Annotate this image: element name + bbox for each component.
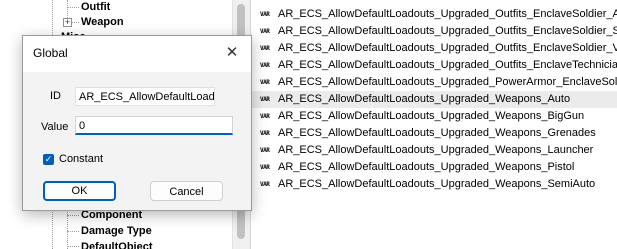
list-item-selected[interactable]: VAR AR_ECS_AllowDefaultLoadouts_Upgraded_…: [251, 91, 617, 108]
dialog-title: Global: [33, 46, 68, 60]
variable-icon: VAR: [260, 163, 270, 171]
list-item-label: AR_ECS_AllowDefaultLoadouts_Upgraded_Out…: [278, 42, 617, 54]
list-item-label: AR_ECS_AllowDefaultLoadouts_Upgraded_Wea…: [278, 144, 594, 156]
list-item-label: AR_ECS_AllowDefaultLoadouts_Upgraded_Out…: [278, 59, 617, 71]
variable-icon: VAR: [260, 44, 270, 52]
list-item-label: AR_ECS_AllowDefaultLoadouts_Upgraded_Wea…: [278, 178, 596, 190]
tree-item-weapon[interactable]: Weapon: [81, 14, 124, 30]
variable-icon: VAR: [260, 95, 270, 103]
list-item[interactable]: VAR AR_ECS_AllowDefaultLoadouts_Upgraded_…: [251, 176, 617, 193]
tree-item-defaultobject[interactable]: DefaultObject: [81, 239, 153, 249]
id-label: ID: [50, 90, 61, 102]
list-item-label: AR_ECS_AllowDefaultLoadouts_Upgraded_Wea…: [278, 161, 575, 173]
ok-button[interactable]: OK: [43, 181, 116, 201]
cancel-button[interactable]: Cancel: [150, 181, 223, 201]
list-item[interactable]: VAR AR_ECS_AllowDefaultLoadouts_Upgraded_…: [251, 6, 617, 23]
constant-label[interactable]: Constant: [59, 153, 103, 165]
tree-connector: [67, 215, 79, 216]
list-item[interactable]: VAR AR_ECS_AllowDefaultLoadouts_Upgraded_…: [251, 125, 617, 142]
list-item-label: AR_ECS_AllowDefaultLoadouts_Upgraded_Out…: [278, 8, 617, 20]
list-item[interactable]: VAR AR_ECS_AllowDefaultLoadouts_Upgraded_…: [251, 40, 617, 57]
variable-icon: VAR: [260, 146, 270, 154]
id-field[interactable]: AR_ECS_AllowDefaultLoado: [75, 87, 215, 106]
tree-connector: [71, 22, 79, 23]
value-field[interactable]: 0: [75, 116, 233, 135]
global-dialog: Global ✕ ID AR_ECS_AllowDefaultLoado Val…: [22, 35, 252, 211]
list-item-label: AR_ECS_AllowDefaultLoadouts_Upgraded_Pow…: [278, 76, 617, 88]
variable-icon: VAR: [260, 61, 270, 69]
variable-icon: VAR: [260, 27, 270, 35]
list-item-label: AR_ECS_AllowDefaultLoadouts_Upgraded_Wea…: [278, 110, 585, 122]
tree-connector: [67, 246, 79, 247]
variable-icon: VAR: [260, 129, 270, 137]
list-item[interactable]: VAR AR_ECS_AllowDefaultLoadouts_Upgraded_…: [251, 23, 617, 40]
tree-connector: [67, 231, 79, 232]
list-item[interactable]: VAR AR_ECS_AllowDefaultLoadouts_Upgraded_…: [251, 159, 617, 176]
tree-connector: [67, 205, 68, 249]
list-item[interactable]: VAR AR_ECS_AllowDefaultLoadouts_Upgraded_…: [251, 74, 617, 91]
list-item-label: AR_ECS_AllowDefaultLoadouts_Upgraded_Wea…: [278, 93, 571, 105]
tree-item-outfit[interactable]: Outfit: [81, 0, 110, 15]
list-item-label: AR_ECS_AllowDefaultLoadouts_Upgraded_Out…: [278, 25, 617, 37]
list-item[interactable]: VAR AR_ECS_AllowDefaultLoadouts_Upgraded_…: [251, 57, 617, 74]
tree-item-damage-type[interactable]: Damage Type: [81, 223, 152, 239]
global-list[interactable]: VAR AR_ECS_AllowDefaultLoadouts_Upgraded_…: [250, 0, 617, 249]
close-icon[interactable]: ✕: [221, 42, 243, 64]
variable-icon: VAR: [260, 78, 270, 86]
variable-icon: VAR: [260, 10, 270, 18]
expand-icon[interactable]: +: [63, 18, 72, 27]
constant-checkbox[interactable]: ✓: [43, 154, 54, 165]
dialog-titlebar[interactable]: Global ✕: [23, 36, 251, 72]
list-item[interactable]: VAR AR_ECS_AllowDefaultLoadouts_Upgraded_…: [251, 108, 617, 125]
variable-icon: VAR: [260, 180, 270, 188]
value-label: Value: [41, 121, 69, 133]
list-item-label: AR_ECS_AllowDefaultLoadouts_Upgraded_Wea…: [278, 127, 596, 139]
list-item[interactable]: VAR AR_ECS_AllowDefaultLoadouts_Upgraded_…: [251, 142, 617, 159]
variable-icon: VAR: [260, 112, 270, 120]
tree-connector: [67, 7, 79, 8]
